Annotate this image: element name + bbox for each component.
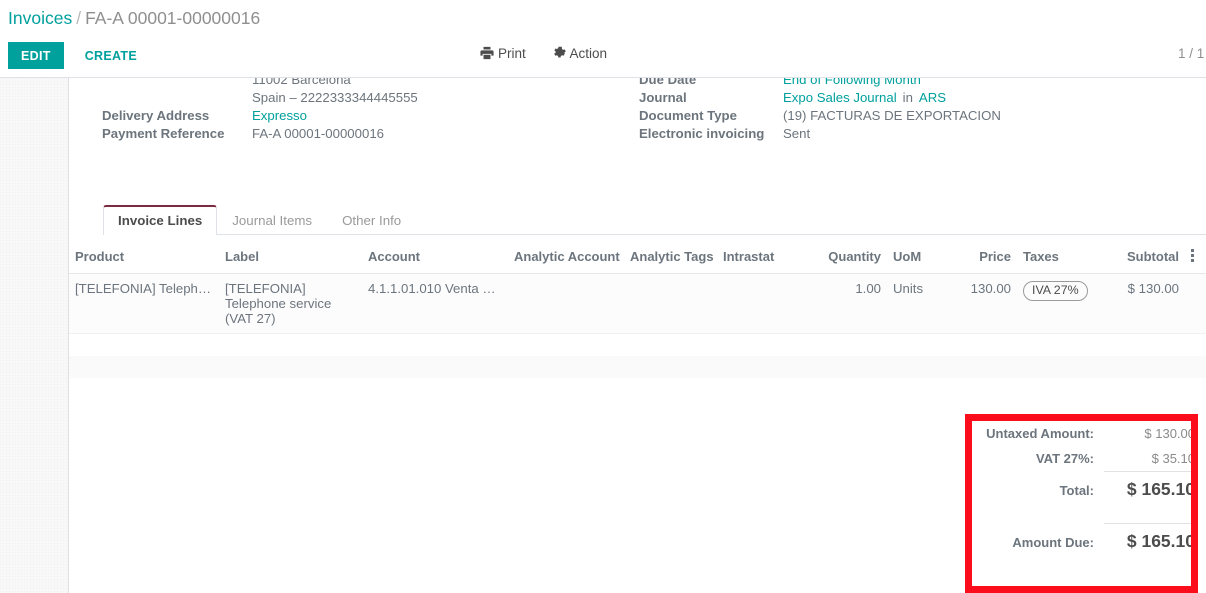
table-body: [TELEFONIA] Telepho… [TELEFONIA] Telepho… [69,273,1206,400]
totals-row-amount-due: Amount Due: $ 165.10 [978,523,1196,557]
table-header-row: Product Label Account Analytic Account A… [69,242,1206,275]
table-empty-row [69,355,1206,378]
col-header-uom[interactable]: UoM [887,242,955,275]
tab-other-info[interactable]: Other Info [327,205,416,235]
field-value-due-date[interactable]: End of Following Month [783,78,921,87]
breadcrumb-root-link[interactable]: Invoices [8,8,72,28]
table-empty-row [69,334,1206,356]
invoice-lines-table: Product Label Account Analytic Account A… [69,242,1206,400]
field-label-payment-reference: Payment Reference [102,126,225,141]
field-row-delivery-address: Delivery Address Expresso [102,108,522,123]
cell-price[interactable]: 130.00 [955,273,1017,335]
col-header-taxes[interactable]: Taxes [1017,242,1105,275]
col-header-price[interactable]: Price [955,242,1017,275]
table-row[interactable]: [TELEFONIA] Telepho… [TELEFONIA] Telepho… [69,273,1206,335]
invoice-lines-table-wrap: Product Label Account Analytic Account A… [69,242,1206,400]
action-button[interactable]: Action [552,46,608,63]
cell-account[interactable]: 4.1.1.01.010 Venta de… [362,273,508,335]
cell-analytic-account[interactable] [508,273,624,335]
journal-currency-preposition: in [902,90,913,105]
address-line-city: 11002 Barcelona [252,78,351,87]
col-header-intrastat[interactable]: Intrastat [717,242,817,275]
cell-product[interactable]: [TELEFONIA] Telepho… [69,273,219,335]
totals-panel: Untaxed Amount: $ 130.00 VAT 27%: $ 35.1… [978,418,1196,557]
totals-label-vat: VAT 27%: [1035,451,1094,466]
field-value-journal[interactable]: Expo Sales Journal [783,90,897,105]
print-label: Print [498,46,526,61]
cell-quantity[interactable]: 1.00 [817,273,887,335]
control-panel-actions: Print Action [480,46,629,63]
totals-spacer [978,505,1196,523]
field-row-payment-reference: Payment Reference FA-A 00001-00000016 [102,126,522,141]
notebook-tabs: Invoice Lines Journal Items Other Info [103,204,1206,235]
breadcrumb: Invoices / FA-A 00001-00000016 [8,7,260,29]
printer-icon [480,46,494,63]
totals-label-total: Total: [1059,483,1094,498]
journal-currency[interactable]: ARS [919,90,946,105]
totals-label-amount-due: Amount Due: [1012,535,1094,550]
edit-button[interactable]: EDIT [8,42,64,69]
col-header-subtotal[interactable]: Subtotal [1105,242,1185,275]
totals-row-vat: VAT 27%: $ 35.10 [978,446,1196,471]
col-header-quantity[interactable]: Quantity [817,242,887,275]
gear-icon [552,46,566,63]
tab-journal-items[interactable]: Journal Items [217,205,327,235]
table-empty-row [69,378,1206,400]
totals-top-rule [978,418,1196,419]
totals-value-amount-due: $ 165.10 [1104,523,1196,557]
totals-value-vat: $ 35.10 [1151,451,1195,466]
totals-value-untaxed: $ 130.00 [1144,426,1195,441]
breadcrumb-separator: / [76,8,82,28]
field-value-delivery-address[interactable]: Expresso [252,108,307,123]
cell-subtotal: $ 130.00 [1105,273,1185,335]
cell-intrastat[interactable] [717,273,817,335]
tab-invoice-lines[interactable]: Invoice Lines [103,205,218,235]
field-label-electronic-invoicing: Electronic invoicing [639,126,765,141]
form-group-right: Due Date End of Following Month Journal … [639,78,1159,144]
field-value-journal-wrap: Expo Sales Journal in ARS [783,90,946,105]
address-line-country: Spain – 2222333344445555 [252,90,418,105]
totals-row-total: Total: $ 165.10 [978,471,1196,505]
col-header-analytic-tags[interactable]: Analytic Tags [624,242,717,275]
print-button[interactable]: Print [480,46,526,63]
field-row-electronic-invoicing: Electronic invoicing Sent [639,126,1159,141]
field-label-due-date: Due Date [639,78,697,87]
field-label-delivery-address: Delivery Address [102,108,210,123]
col-header-account[interactable]: Account [362,242,508,275]
totals-label-untaxed: Untaxed Amount: [986,426,1094,441]
column-options-header [1185,242,1206,275]
field-value-electronic-invoicing: Sent [783,126,811,141]
field-row-journal: Journal Expo Sales Journal in ARS [639,90,1159,105]
col-header-analytic-account[interactable]: Analytic Account [508,242,624,275]
col-header-label[interactable]: Label [219,242,362,275]
invoice-sheet: 11002 Barcelona Spain – 2222333344445555… [68,78,1206,593]
cell-analytic-tags[interactable] [624,273,717,335]
action-label: Action [569,46,608,61]
field-row-document-type: Document Type (19) FACTURAS DE EXPORTACI… [639,108,1159,123]
control-panel-buttons: EDIT CREATE [8,42,149,70]
tax-badge[interactable]: IVA 27% [1023,281,1088,302]
cell-options [1185,273,1206,335]
cell-label[interactable]: [TELEFONIA] Telephone service (VAT 27) [219,273,362,335]
totals-row-untaxed: Untaxed Amount: $ 130.00 [978,421,1196,446]
notebook: Invoice Lines Journal Items Other Info [103,204,1206,235]
form-group-left: 11002 Barcelona Spain – 2222333344445555… [102,78,522,144]
breadcrumb-current: FA-A 00001-00000016 [85,8,261,28]
col-header-product[interactable]: Product [69,242,219,275]
cell-uom[interactable]: Units [887,273,955,335]
totals-value-total: $ 165.10 [1104,471,1196,505]
odoo-invoice-form: Invoices / FA-A 00001-00000016 EDIT CREATE … [0,0,1206,593]
control-panel: Invoices / FA-A 00001-00000016 EDIT CREATE … [0,0,1206,78]
create-button[interactable]: CREATE [73,42,149,69]
field-row-due-date: Due Date End of Following Month [639,78,1159,87]
record-pager[interactable]: 1 / 1 [1178,46,1204,61]
field-label-journal: Journal [639,90,687,105]
cell-taxes[interactable]: IVA 27% [1017,273,1105,335]
field-label-document-type: Document Type [639,108,737,123]
vertical-dots-icon[interactable] [1191,249,1194,264]
field-value-payment-reference: FA-A 00001-00000016 [252,126,384,141]
field-value-document-type: (19) FACTURAS DE EXPORTACION [783,108,1001,123]
